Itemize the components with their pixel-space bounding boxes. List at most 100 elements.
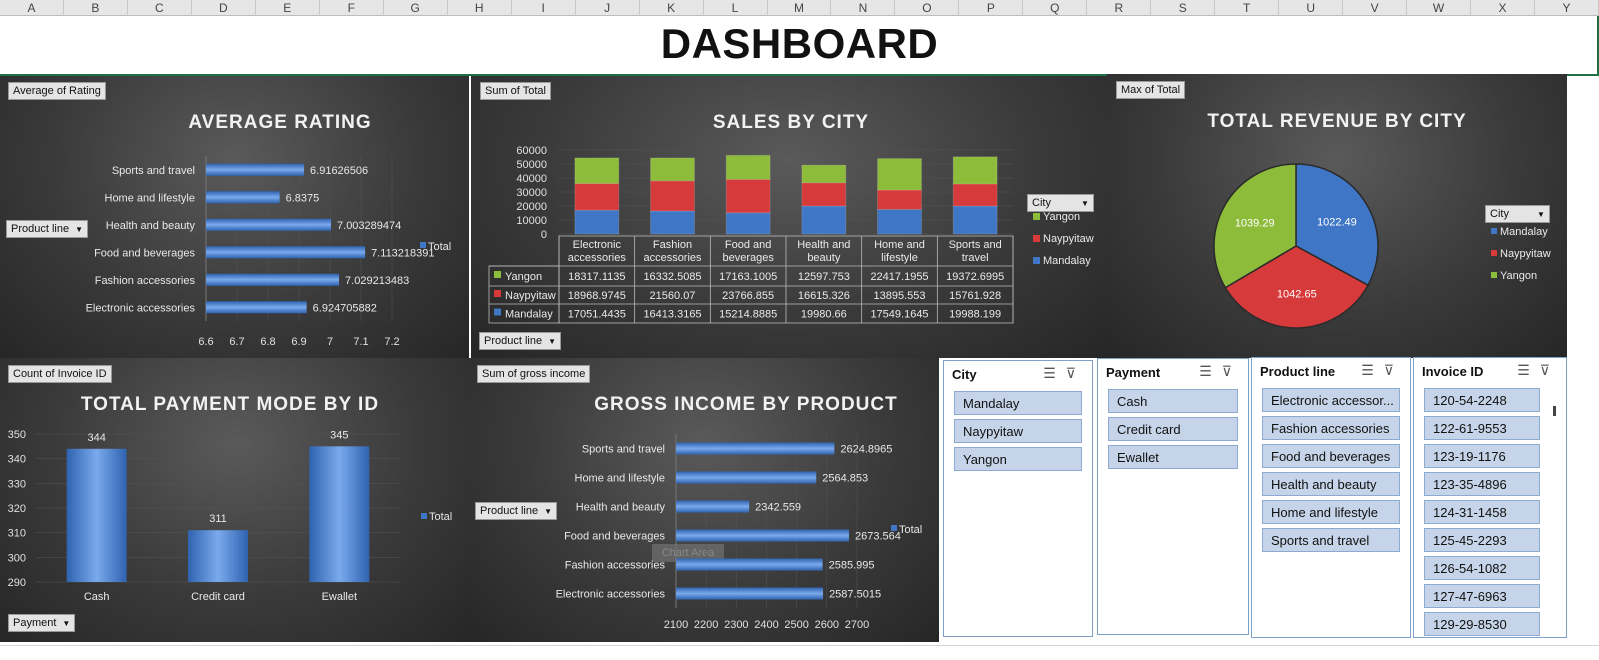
bar-segment	[877, 189, 922, 210]
column-header-k[interactable]: K	[640, 0, 704, 16]
slicer-item[interactable]: Cash	[1108, 389, 1238, 413]
legend-swatch	[891, 525, 897, 531]
column-header-x[interactable]: X	[1471, 0, 1536, 16]
column-header-e[interactable]: E	[256, 0, 320, 16]
slicer-city[interactable]: City ☰⊽ Mandalay Naypyitaw Yangon	[943, 360, 1093, 637]
table-cell: 16615.326	[798, 290, 850, 302]
slicer-item[interactable]: 129-29-8530	[1424, 612, 1540, 636]
clear-filter-icon[interactable]: ⊽	[1540, 362, 1560, 378]
category-label: Food and beverages	[564, 531, 665, 543]
slicer-header: Payment	[1106, 365, 1161, 380]
column-header-j[interactable]: J	[576, 0, 640, 16]
table-column-header: accessories	[643, 252, 702, 264]
data-label: 7.113218391	[371, 247, 434, 259]
column-header-c[interactable]: C	[128, 0, 192, 16]
slicer-item[interactable]: Mandalay	[954, 391, 1082, 415]
clear-filter-icon[interactable]: ⊽	[1222, 363, 1242, 379]
revenue-city-chart-panel[interactable]: Max of Total TOTAL REVENUE BY CITY City ▼…	[1107, 74, 1567, 358]
column-header-b[interactable]: B	[64, 0, 128, 16]
slicer-item[interactable]: 123-19-1176	[1424, 444, 1540, 468]
slicer-item[interactable]: 122-61-9553	[1424, 416, 1540, 440]
y-tick-label: 40000	[516, 173, 547, 185]
x-tick-label: 6.9	[291, 336, 306, 348]
column-header-o[interactable]: O	[895, 0, 960, 16]
table-column-header: lifestyle	[881, 252, 918, 264]
slicer-item[interactable]: Ewallet	[1108, 445, 1238, 469]
multi-select-icon[interactable]: ☰	[1043, 365, 1066, 381]
data-label: 6.8375	[286, 192, 320, 204]
slicer-item[interactable]: 127-47-6963	[1424, 584, 1540, 608]
column-header-r[interactable]: R	[1087, 0, 1152, 16]
legend-key	[494, 290, 501, 297]
table-cell: 18317.1135	[568, 271, 625, 283]
legend-swatch	[1033, 235, 1040, 242]
multi-select-icon[interactable]: ☰	[1517, 362, 1540, 378]
avg-rating-chart-panel[interactable]: Average of Rating AVERAGE RATING Product…	[0, 76, 469, 358]
clear-filter-icon[interactable]: ⊽	[1066, 365, 1086, 381]
slicer-item[interactable]: Sports and travel	[1262, 528, 1400, 552]
legend-label: Total	[428, 241, 451, 253]
gross-income-chart-panel[interactable]: Sum of gross income GROSS INCOME BY PROD…	[471, 358, 939, 642]
clear-filter-icon[interactable]: ⊽	[1384, 362, 1404, 378]
slicer-product-line[interactable]: Product line ☰⊽ Electronic accessor... F…	[1251, 357, 1411, 638]
payment-chart: 290 300 310 320 330 340 350 344 Cash 311 Credit ca…	[8, 429, 453, 603]
column-header-p[interactable]: P	[959, 0, 1024, 16]
sales-city-chart-panel[interactable]: Sum of Total SALES BY CITY City ▼ Product…	[471, 76, 1107, 358]
x-tick-label: 2500	[784, 619, 808, 631]
slicer-payment[interactable]: Payment ☰⊽ Cash Credit card Ewallet	[1097, 358, 1249, 635]
bar	[676, 558, 823, 571]
column-header-a[interactable]: A	[0, 0, 64, 16]
column-header-q[interactable]: Q	[1023, 0, 1088, 16]
slicer-item[interactable]: Yangon	[954, 447, 1082, 471]
table-row-label: Mandalay	[505, 309, 553, 321]
table-cell: 19980.66	[801, 309, 847, 321]
column-header-t[interactable]: T	[1215, 0, 1280, 16]
y-tick-label: 60000	[516, 145, 547, 157]
slicer-scrollbar[interactable]	[1553, 406, 1556, 416]
y-tick-label: 310	[8, 528, 26, 540]
slicer-item[interactable]: 126-54-1082	[1424, 556, 1540, 580]
slicer-item[interactable]: Health and beauty	[1262, 472, 1400, 496]
column-header-w[interactable]: W	[1407, 0, 1472, 16]
legend-swatch	[1491, 228, 1497, 234]
slicer-item[interactable]: 124-31-1458	[1424, 500, 1540, 524]
slicer-item[interactable]: 123-35-4896	[1424, 472, 1540, 496]
column-header-v[interactable]: V	[1343, 0, 1408, 16]
column-header-d[interactable]: D	[192, 0, 256, 16]
payment-chart-panel[interactable]: Count of Invoice ID TOTAL PAYMENT MODE B…	[0, 358, 471, 642]
column-header-y[interactable]: Y	[1535, 0, 1599, 16]
bar	[676, 500, 750, 513]
multi-select-icon[interactable]: ☰	[1361, 362, 1384, 378]
slicer-item[interactable]: Credit card	[1108, 417, 1238, 441]
slicer-item[interactable]: Food and beverages	[1262, 444, 1400, 468]
slicer-invoice-id[interactable]: Invoice ID ☰⊽ 120-54-2248 122-61-9553 12…	[1413, 357, 1567, 638]
multi-select-icon[interactable]: ☰	[1199, 363, 1222, 379]
x-tick-label: 2700	[845, 619, 869, 631]
slicer-item[interactable]: Naypyitaw	[954, 419, 1082, 443]
slicer-item[interactable]: 125-45-2293	[1424, 528, 1540, 552]
slicer-item[interactable]: Home and lifestyle	[1262, 500, 1400, 524]
bar-segment	[801, 182, 847, 207]
column-header-i[interactable]: I	[512, 0, 576, 16]
x-tick-label: 2200	[694, 619, 718, 631]
data-label: 6.924705882	[313, 302, 377, 314]
sheet-grid-strip	[0, 645, 1599, 660]
bar-segment	[877, 158, 922, 191]
slicer-item[interactable]: Electronic accessor...	[1262, 388, 1400, 412]
column-header-s[interactable]: S	[1151, 0, 1216, 16]
table-column-header: Electronic	[573, 239, 622, 251]
table-column-header: Home and	[874, 239, 925, 251]
column-header-n[interactable]: N	[831, 0, 896, 16]
column-header-l[interactable]: L	[704, 0, 768, 16]
y-tick-label: 30000	[516, 187, 547, 199]
bar-segment	[650, 157, 695, 182]
column-header-g[interactable]: G	[384, 0, 448, 16]
column-header-f[interactable]: F	[320, 0, 384, 16]
y-tick-label: 20000	[516, 201, 547, 213]
column-header-m[interactable]: M	[768, 0, 832, 16]
slicer-item[interactable]: Fashion accessories	[1262, 416, 1400, 440]
slicer-item[interactable]: 120-54-2248	[1424, 388, 1540, 412]
column-header-h[interactable]: H	[448, 0, 512, 16]
y-tick-label: 330	[8, 478, 26, 490]
column-header-u[interactable]: U	[1279, 0, 1344, 16]
